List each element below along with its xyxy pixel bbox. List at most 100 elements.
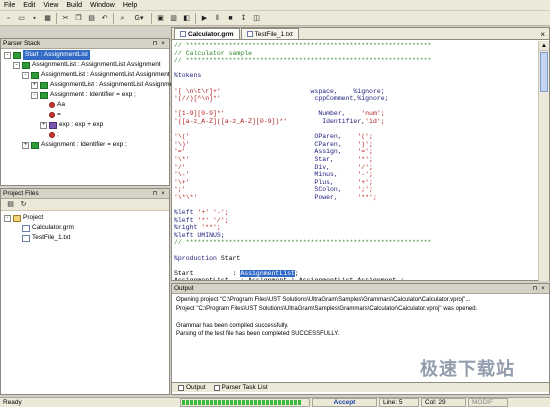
parser-stack-header: Parser Stack ⊓ × — [1, 39, 169, 49]
collapse-icon[interactable]: - — [4, 214, 11, 222]
code-line: '/' Div, '/'; — [174, 164, 431, 172]
progress-block — [194, 400, 197, 405]
menu-window[interactable]: Window — [86, 0, 119, 11]
stop-icon[interactable]: ■ — [225, 13, 236, 24]
code-token: Power, — [197, 193, 358, 201]
code-token: ';'; — [357, 186, 373, 194]
options-icon[interactable]: ◫ — [251, 13, 262, 24]
menu-help[interactable]: Help — [119, 0, 141, 11]
output-line: Grammar has been compiled successfully. — [176, 322, 289, 329]
goto-icon[interactable]: G▾ — [130, 13, 148, 24]
tree-node[interactable]: + exp : exp + exp — [40, 120, 103, 130]
find-icon[interactable]: ⌕ — [117, 13, 128, 24]
code-line: Start : AssignmentList; — [174, 269, 431, 278]
project-files-toolbar: ▤ ↻ — [1, 199, 169, 211]
tree-node[interactable]: Calculator.grm — [13, 223, 74, 233]
tree-node-label: Aa — [57, 101, 65, 108]
copy-icon[interactable]: ❐ — [73, 13, 84, 24]
output-tab-parser-task-list[interactable]: Parser Task List — [210, 383, 272, 392]
code-line: %left UMINUS; — [174, 232, 431, 240]
tab-testfile-1-txt[interactable]: TestFile_1.txt — [240, 28, 299, 39]
tree-node[interactable]: = — [40, 110, 61, 120]
node-icon — [49, 121, 57, 129]
output-tab-output[interactable]: Output — [174, 383, 210, 392]
expand-icon[interactable]: + — [40, 121, 47, 129]
code-line: ';' SColon, ';'; — [174, 186, 431, 194]
tree-node[interactable]: ; — [40, 130, 59, 140]
debug-icon[interactable]: ◧ — [181, 13, 192, 24]
properties-icon[interactable]: ▤ — [5, 199, 16, 210]
menu-build[interactable]: Build — [62, 0, 86, 11]
output-tab-label: Parser Task List — [221, 384, 268, 391]
run-icon[interactable]: ▶ — [199, 13, 210, 24]
tab-icon — [178, 384, 184, 391]
menu-view[interactable]: View — [39, 0, 62, 11]
pin-icon[interactable]: ⊓ — [151, 40, 159, 47]
menu-file[interactable]: File — [0, 0, 19, 11]
collapse-icon[interactable]: - — [4, 51, 11, 59]
build-icon[interactable]: ▣ — [155, 13, 166, 24]
tree-node[interactable]: + Assignment : Identifier = exp ; — [22, 140, 127, 150]
tab-calculator-grm[interactable]: Calculator.grm — [174, 28, 240, 39]
open-icon[interactable]: ▭ — [16, 13, 27, 24]
code-view[interactable]: // *************************************… — [174, 42, 536, 280]
menu-edit[interactable]: Edit — [19, 0, 39, 11]
close-icon[interactable]: × — [159, 191, 167, 197]
code-token: Assign, — [185, 148, 358, 156]
code-token: %tokens — [174, 72, 202, 80]
file-icon — [246, 31, 253, 37]
code-token: %left UMINUS; — [174, 231, 225, 239]
expand-icon[interactable]: + — [31, 81, 38, 89]
collapse-icon[interactable]: - — [22, 71, 29, 79]
code-token: '[1-9][0-9]*' — [174, 110, 225, 118]
close-icon[interactable]: × — [159, 41, 167, 47]
scroll-thumb[interactable] — [540, 52, 548, 92]
tree-node-label: exp : exp + exp — [59, 121, 104, 128]
tree-node[interactable]: + AssignmentList : AssignmentList Assignm… — [31, 80, 179, 90]
editor-scrollbar[interactable]: ▲ — [538, 41, 549, 281]
code-token: '\*\*' — [174, 193, 198, 201]
status-line: Line: 5 — [379, 398, 419, 407]
pin-icon[interactable]: ⊓ — [151, 190, 159, 197]
save-icon[interactable]: ▪ — [29, 13, 40, 24]
cut-icon[interactable]: ✂ — [60, 13, 71, 24]
step-icon[interactable]: ↧ — [238, 13, 249, 24]
tree-node-label: = — [57, 111, 61, 118]
undo-icon[interactable]: ↶ — [99, 13, 110, 24]
code-token: %ignore; — [357, 95, 389, 103]
tree-node[interactable]: - Assignment : Identifier = exp ; — [31, 90, 136, 100]
project-files-tree: - Project Calculator.grm TestFile_1.txt — [1, 211, 169, 391]
pause-icon[interactable]: ‖ — [212, 13, 223, 24]
tree-node[interactable]: TestFile_1.txt — [13, 233, 70, 243]
code-token: 'num'; — [361, 110, 385, 118]
pin-icon[interactable]: ⊓ — [531, 285, 539, 292]
paste-icon[interactable]: ▤ — [86, 13, 97, 24]
file-icon — [22, 234, 30, 242]
tree-node[interactable]: - Project — [4, 213, 43, 223]
expand-icon[interactable]: + — [22, 141, 29, 149]
close-icon[interactable]: × — [539, 286, 547, 292]
node-icon — [49, 112, 55, 118]
tree-node[interactable]: - Start : AssignmentList — [4, 50, 90, 60]
new-file-icon[interactable]: ▫ — [3, 13, 14, 24]
code-token: '\(' — [174, 133, 190, 141]
compile-icon[interactable]: ▥ — [168, 13, 179, 24]
tree-node-label: AssignmentList : AssignmentList Assignme… — [41, 71, 170, 78]
code-token: '\)' — [174, 140, 190, 148]
status-ready: Ready — [3, 399, 22, 406]
tree-node[interactable]: Aa — [40, 100, 65, 110]
collapse-icon[interactable]: - — [31, 91, 38, 99]
code-line: '\(' OParen, '('; — [174, 133, 431, 141]
tree-node[interactable]: - AssignmentList : AssignmentList Assignm… — [22, 70, 170, 80]
tree-node[interactable]: - AssignmentList : AssignmentList Assignm… — [13, 60, 161, 70]
collapse-icon[interactable]: - — [13, 61, 20, 69]
save-all-icon[interactable]: ▦ — [42, 13, 53, 24]
close-tab-icon[interactable]: × — [540, 30, 545, 39]
progress-block — [250, 400, 253, 405]
code-token: '**'; — [357, 193, 377, 201]
refresh-icon[interactable]: ↻ — [18, 199, 29, 210]
progress-block — [198, 400, 201, 405]
scroll-up-icon[interactable]: ▲ — [539, 41, 549, 51]
